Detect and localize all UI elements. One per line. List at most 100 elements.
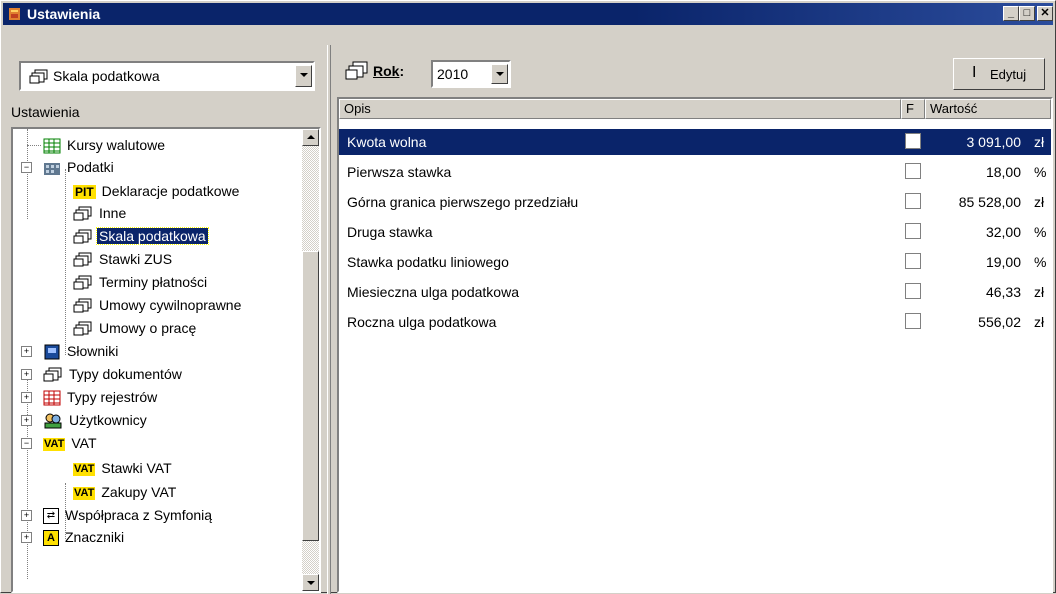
tree-item-vat[interactable]: − VAT VAT xyxy=(21,433,99,453)
panel-splitter[interactable] xyxy=(327,45,331,594)
tree-scrollbar[interactable] xyxy=(302,129,319,591)
chevron-down-icon[interactable] xyxy=(295,65,312,87)
tree-item-stawki-vat[interactable]: VAT Stawki VAT xyxy=(73,458,174,478)
tree-item-label: Terminy płatności xyxy=(99,274,208,290)
row-unit: zł xyxy=(1034,314,1045,330)
row-flag-checkbox[interactable] xyxy=(905,223,921,239)
title-bar[interactable]: Ustawienia _ □ ✕ xyxy=(3,3,1053,25)
vat-icon: VAT xyxy=(73,462,96,476)
row-flag-checkbox[interactable] xyxy=(905,133,921,149)
tree-line xyxy=(65,169,66,355)
row-unit: % xyxy=(1034,164,1047,180)
edit-button[interactable]: I Edytuj xyxy=(953,58,1045,90)
tree-item-typy-rej[interactable]: + Typy rejestrów xyxy=(21,387,159,407)
year-label-text: Rok xyxy=(373,63,400,79)
table-row[interactable]: Pierwsza stawka 18,00 % xyxy=(339,159,1051,185)
register-icon xyxy=(43,390,61,406)
vat-icon: VAT xyxy=(43,437,66,451)
row-description: Górna granica pierwszego przedziału xyxy=(347,194,579,210)
tree-item-zus[interactable]: Stawki ZUS xyxy=(73,249,174,269)
table-row[interactable]: Górna granica pierwszego przedziału 85 5… xyxy=(339,189,1051,215)
table-row[interactable]: Kwota wolna 3 091,00 zł xyxy=(339,129,1051,155)
collapse-icon[interactable]: − xyxy=(21,438,32,449)
tree-item-label: Skala podatkowa xyxy=(96,227,209,245)
folder-stack-icon xyxy=(29,69,48,84)
tree-item-zakupy-vat[interactable]: VAT Zakupy VAT xyxy=(73,482,178,502)
tree-item-label: Współpraca z Symfonią xyxy=(65,507,213,523)
tree-item-umowy-praca[interactable]: Umowy o pracę xyxy=(73,318,198,338)
minimize-button[interactable]: _ xyxy=(1003,6,1019,21)
tree-item-label: Zakupy VAT xyxy=(101,484,177,500)
folder-stack-icon xyxy=(73,229,92,244)
row-description: Kwota wolna xyxy=(347,134,427,150)
scroll-up-button[interactable] xyxy=(302,129,319,146)
row-value: 46,33 xyxy=(985,284,1021,300)
column-header-f[interactable]: F xyxy=(901,99,925,119)
tree-item-slowniki[interactable]: + Słowniki xyxy=(21,341,120,361)
maximize-button[interactable]: □ xyxy=(1019,6,1035,21)
tree-item-label: Kursy walutowe xyxy=(67,137,166,153)
scroll-down-button[interactable] xyxy=(302,574,319,591)
settings-tree[interactable]: Kursy walutowe − Podatki PIT Deklaracje p… xyxy=(11,127,321,593)
folder-stack-icon xyxy=(73,321,92,336)
tree-item-kursy[interactable]: Kursy walutowe xyxy=(27,135,167,155)
maximize-icon: □ xyxy=(1023,7,1031,19)
tree-item-users[interactable]: + Użytkownicy xyxy=(21,410,149,430)
close-icon: ✕ xyxy=(1040,7,1050,19)
row-unit: zł xyxy=(1034,134,1045,150)
tree-item-label: Stawki VAT xyxy=(101,460,172,476)
expand-icon[interactable]: + xyxy=(21,369,32,380)
tree-item-label: Umowy cywilnoprawne xyxy=(99,297,242,313)
folder-stack-icon xyxy=(345,61,368,80)
expand-icon[interactable]: + xyxy=(21,415,32,426)
building-icon xyxy=(44,163,60,176)
chevron-down-icon[interactable] xyxy=(491,64,508,84)
year-value: 2010 xyxy=(437,66,469,82)
row-value: 85 528,00 xyxy=(958,194,1021,210)
settings-window: Ustawienia _ □ ✕ Skala podatkowa Ustawie… xyxy=(0,0,1056,594)
year-select[interactable]: 2010 xyxy=(431,60,511,88)
row-value: 556,02 xyxy=(978,314,1021,330)
section-label: Ustawienia xyxy=(11,104,80,120)
tree-item-deklaracje[interactable]: PIT Deklaracje podatkowe xyxy=(73,181,241,201)
expand-icon[interactable]: + xyxy=(21,510,32,521)
tree-item-symfonia[interactable]: + ⇄ Współpraca z Symfonią xyxy=(21,505,214,525)
expand-icon[interactable]: + xyxy=(21,532,32,543)
row-flag-checkbox[interactable] xyxy=(905,193,921,209)
row-unit: zł xyxy=(1034,284,1045,300)
row-flag-checkbox[interactable] xyxy=(905,283,921,299)
expand-icon[interactable]: + xyxy=(21,346,32,357)
column-header-wartosc[interactable]: Wartość xyxy=(925,99,1051,119)
tree-item-znaczniki[interactable]: + A Znaczniki xyxy=(21,527,126,547)
row-unit: % xyxy=(1034,224,1047,240)
tree-item-inne[interactable]: Inne xyxy=(73,203,128,223)
row-flag-checkbox[interactable] xyxy=(905,253,921,269)
table-row[interactable]: Stawka podatku liniowego 19,00 % xyxy=(339,249,1051,275)
vat-icon: VAT xyxy=(73,486,96,500)
expand-icon[interactable]: + xyxy=(21,392,32,403)
table-row[interactable]: Miesieczna ulga podatkowa 46,33 zł xyxy=(339,279,1051,305)
tree-item-label: Stawki ZUS xyxy=(99,251,173,267)
row-flag-checkbox[interactable] xyxy=(905,163,921,179)
row-value: 3 091,00 xyxy=(966,134,1022,150)
folder-stack-icon xyxy=(73,252,92,267)
table-row[interactable]: Druga stawka 32,00 % xyxy=(339,219,1051,245)
tree-item-typy-dok[interactable]: + Typy dokumentów xyxy=(21,364,184,384)
row-description: Druga stawka xyxy=(347,224,433,240)
tree-item-terminy[interactable]: Terminy płatności xyxy=(73,272,209,292)
collapse-icon[interactable]: − xyxy=(21,162,32,173)
settings-combo[interactable]: Skala podatkowa xyxy=(19,61,315,91)
tree-item-label: Znaczniki xyxy=(65,529,125,545)
close-button[interactable]: ✕ xyxy=(1037,6,1053,21)
column-header-opis[interactable]: Opis xyxy=(339,99,901,119)
tree-item-umowy-cywil[interactable]: Umowy cywilnoprawne xyxy=(73,295,243,315)
chevron-down-icon xyxy=(307,581,315,585)
scroll-thumb[interactable] xyxy=(302,251,319,541)
year-label-colon: : xyxy=(399,63,405,79)
tree-item-skala[interactable]: Skala podatkowa xyxy=(73,226,209,246)
tree-item-label: Użytkownicy xyxy=(69,412,147,428)
minimize-icon: _ xyxy=(1007,7,1015,19)
row-flag-checkbox[interactable] xyxy=(905,313,921,329)
tree-item-podatki[interactable]: − Podatki xyxy=(21,157,116,177)
table-row[interactable]: Roczna ulga podatkowa 556,02 zł xyxy=(339,309,1051,335)
